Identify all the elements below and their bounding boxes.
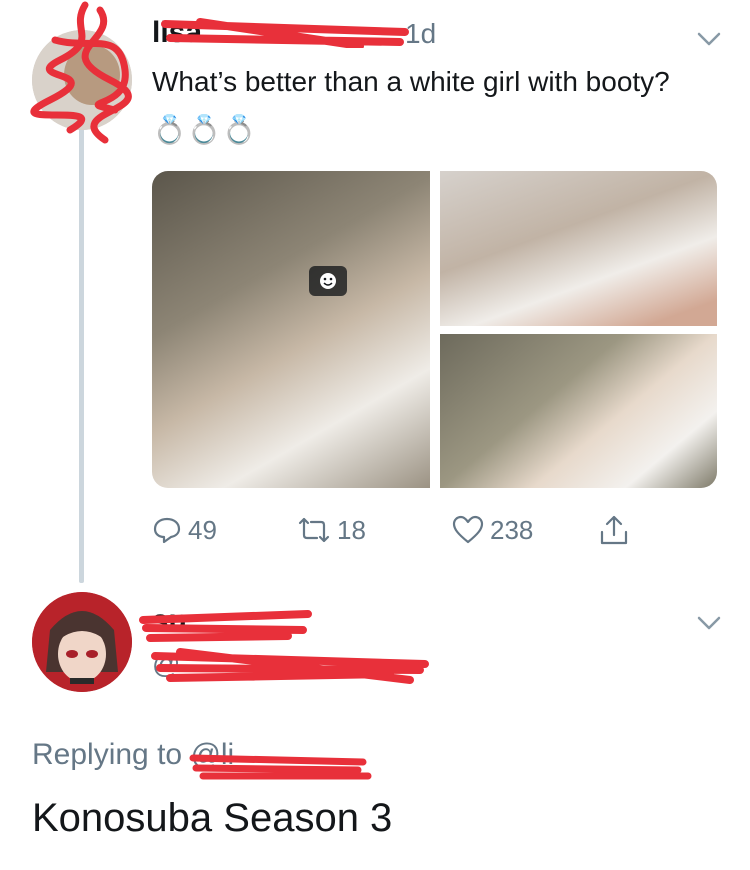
reply-text: Konosuba Season 3: [32, 796, 393, 840]
sticker-icon[interactable]: [309, 266, 347, 296]
reply-author-handle: @: [152, 648, 181, 679]
reply-button[interactable]: 49: [152, 505, 217, 555]
chevron-down-icon[interactable]: [697, 32, 721, 46]
tweet-text: What’s better than a white girl with boo…: [152, 66, 670, 145]
tweet-photo-1[interactable]: [152, 171, 430, 488]
replying-to: Replying to @li: [32, 738, 234, 772]
reply-count: 49: [188, 514, 217, 545]
tweet-photo-3[interactable]: [440, 334, 717, 488]
retweet-button[interactable]: 18: [297, 505, 366, 555]
like-count: 238: [490, 514, 534, 545]
tweet-photo-2[interactable]: [440, 171, 717, 326]
tweet-action-bar: 49 18 238: [152, 505, 717, 555]
share-button[interactable]: [597, 505, 637, 555]
thread-line: [79, 125, 84, 583]
replying-to-label: Replying to: [32, 738, 183, 771]
like-button[interactable]: 238: [452, 505, 533, 555]
reply-icon: [153, 517, 181, 544]
reply-handle-redaction-scribble: [151, 648, 429, 684]
author-name[interactable]: lisa: [152, 16, 202, 50]
reply-author-avatar[interactable]: [32, 592, 132, 692]
reply-author-name[interactable]: su: [152, 604, 187, 638]
chevron-down-icon[interactable]: [697, 616, 721, 630]
share-icon: [600, 515, 628, 545]
replying-to-handle[interactable]: @li: [190, 738, 234, 771]
retweet-count: 18: [337, 514, 366, 545]
tweet-time: 1d: [405, 18, 437, 49]
tweet-media-grid[interactable]: [152, 171, 717, 488]
retweet-icon: [298, 517, 330, 543]
like-icon: [452, 515, 484, 544]
author-avatar[interactable]: [32, 30, 132, 130]
